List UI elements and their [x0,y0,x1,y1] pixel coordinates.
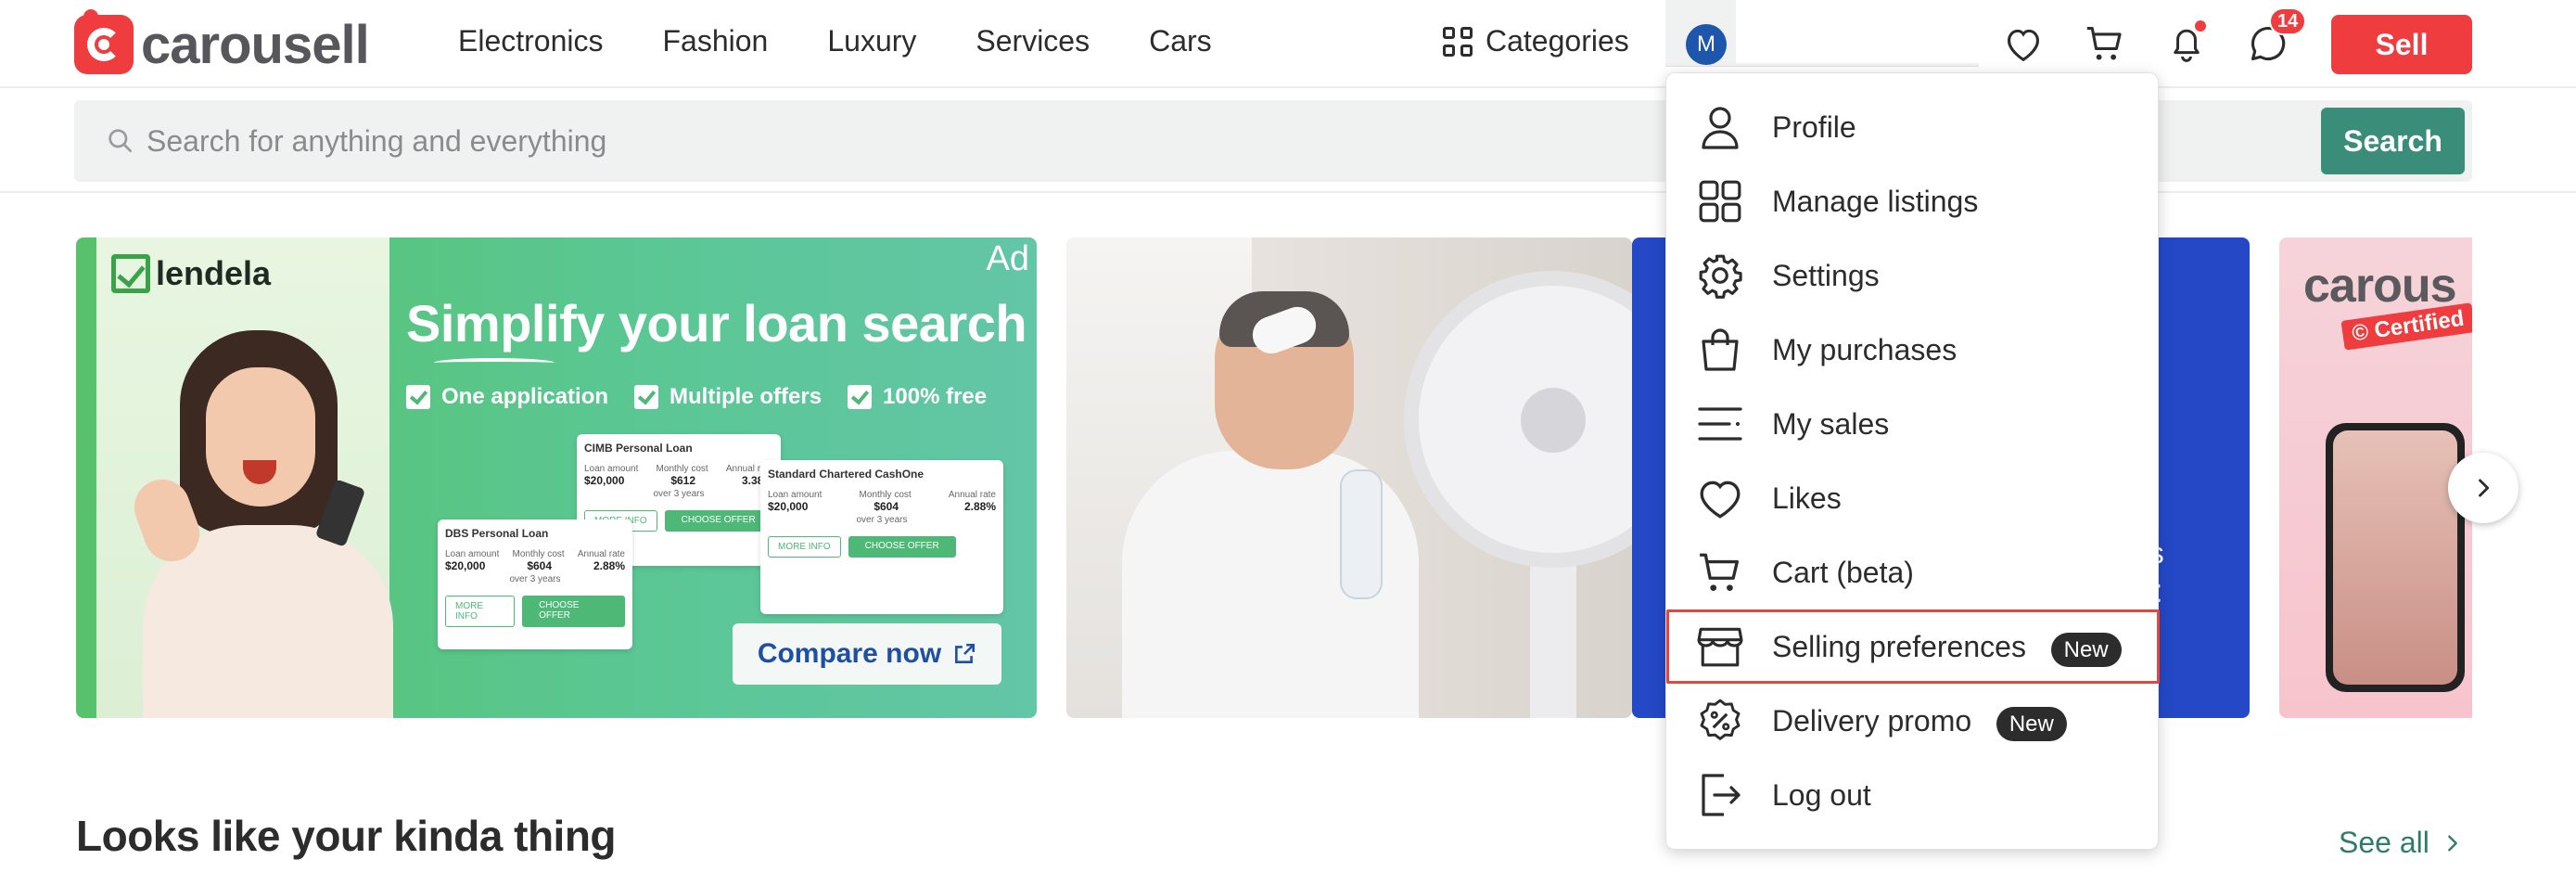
see-all-link[interactable]: See all [2339,826,2463,860]
categories-button[interactable]: Categories [1443,24,1629,58]
cart-button[interactable] [2082,20,2128,67]
cart-icon [1696,548,1744,596]
nav-item-services[interactable]: Services [976,24,1090,58]
chevron-right-icon [2479,479,2490,497]
certified-brand-text: carous [2303,259,2457,313]
menu-item-cart-beta[interactable]: Cart (beta) [1666,535,2160,609]
banner-headline: Simplify your loan search [406,294,1027,353]
notifications-button[interactable] [2163,19,2210,67]
benefit-checklist: One application Multiple offers 100% fre… [406,384,987,410]
nav-item-cars[interactable]: Cars [1149,24,1212,58]
menu-item-label: Manage listings [1772,184,1979,218]
nav-item-luxury[interactable]: Luxury [827,24,916,58]
lendela-logo-icon [111,254,150,293]
check-item: One application [406,384,608,410]
chat-badge-count: 14 [2269,7,2307,35]
water-bottle-illustration [1340,469,1383,599]
store-icon [1696,622,1744,671]
nav-item-electronics[interactable]: Electronics [458,24,604,58]
carousell-logo-icon [74,9,134,74]
notification-dot [2193,19,2208,33]
user-icon [1696,103,1744,151]
search-icon [108,129,132,152]
menu-item-manage-listings[interactable]: Manage listings [1666,164,2160,238]
menu-item-likes[interactable]: Likes [1666,461,2160,535]
lendela-photo-panel [96,237,393,718]
grid-icon [1696,177,1744,225]
heart-icon [1696,474,1744,522]
menu-item-label: Selling preferences New [1772,630,2122,667]
profile-tab-blank [1736,0,1979,63]
carousel-next-button[interactable] [2448,453,2519,523]
menu-item-delivery-promo[interactable]: Delivery promo New [1666,684,2160,758]
menu-item-label: Log out [1772,777,1871,812]
carousell-certified-banner[interactable]: carous © Certified [2279,237,2472,718]
grid-icon [1443,26,1473,57]
menu-item-label: Cart (beta) [1772,555,1914,589]
profile-dropdown-menu: Profile Manage listings Settings My purc… [1665,72,2160,850]
carousell-logo[interactable]: carousell [74,9,370,75]
menu-item-my-purchases[interactable]: My purchases [1666,313,2160,387]
nav-item-fashion[interactable]: Fashion [663,24,769,58]
menu-item-label: Delivery promo New [1772,704,2067,741]
heart-icon [2007,29,2040,62]
lendela-ad-banner[interactable]: lendela Ad Simplify your loan search One… [76,237,1037,718]
menu-item-label: Profile [1772,109,1856,144]
menu-item-selling-preferences[interactable]: Selling preferences New [1666,609,2160,684]
lendela-logo-text: lendela [156,254,272,292]
avatar[interactable]: M [1686,24,1727,65]
compare-now-button[interactable]: Compare now [733,623,1001,685]
logo-text: carousell [141,14,370,75]
likes-button[interactable] [2000,20,2047,67]
check-item: Multiple offers [634,384,822,410]
fan-stand-illustration [1530,553,1576,718]
main-nav: Electronics Fashion Luxury Services Cars [458,24,1212,58]
compare-now-label: Compare now [757,638,942,669]
new-badge: New [1996,706,2067,741]
gear-icon [1696,251,1744,300]
sell-button[interactable]: Sell [2331,15,2472,74]
list-icon [1696,400,1744,448]
ad-label: Ad [986,239,1029,278]
checkbox-icon [406,385,430,409]
checkbox-icon [848,385,873,409]
phone-illustration [2326,423,2465,692]
loan-card-standard-chartered: Standard Chartered CashOne Loan amount Mo… [760,460,1003,614]
loan-card-dbs: DBS Personal Loan Loan amount Monthly cos… [438,519,632,649]
lendela-logo: lendela [111,254,271,293]
menu-item-label: My sales [1772,406,1890,441]
cart-icon [2086,27,2122,60]
checkbox-icon [634,385,659,409]
see-all-label: See all [2339,826,2429,859]
chevron-right-icon [2447,834,2457,852]
search-button[interactable]: Search [2321,108,2465,174]
menu-item-label: Settings [1772,258,1880,292]
discount-icon [1696,697,1744,745]
logout-icon [1696,771,1744,819]
menu-item-settings[interactable]: Settings [1666,238,2160,313]
decorative-underline [434,358,555,367]
fan-promo-banner[interactable] [1066,237,1632,718]
new-badge: New [2050,632,2122,667]
chat-button[interactable]: 14 [2245,7,2307,67]
external-link-icon [955,643,976,663]
menu-item-my-sales[interactable]: My sales [1666,387,2160,461]
categories-label: Categories [1486,24,1629,58]
header-divider [0,191,2576,193]
menu-item-label: Likes [1772,481,1842,515]
shopping-bag-icon [1696,326,1744,374]
top-navigation-bar: carousell Electronics Fashion Luxury Ser… [0,0,2576,88]
menu-item-label: My purchases [1772,332,1958,366]
menu-item-log-out[interactable]: Log out [1666,758,2160,832]
woman-illustration [126,312,393,718]
fan-illustration [1404,271,1632,568]
section-title: Looks like your kinda thing [76,812,617,860]
menu-item-profile[interactable]: Profile [1666,90,2160,164]
profile-menu-toggle[interactable]: M [1665,0,1979,67]
check-item: 100% free [848,384,987,410]
